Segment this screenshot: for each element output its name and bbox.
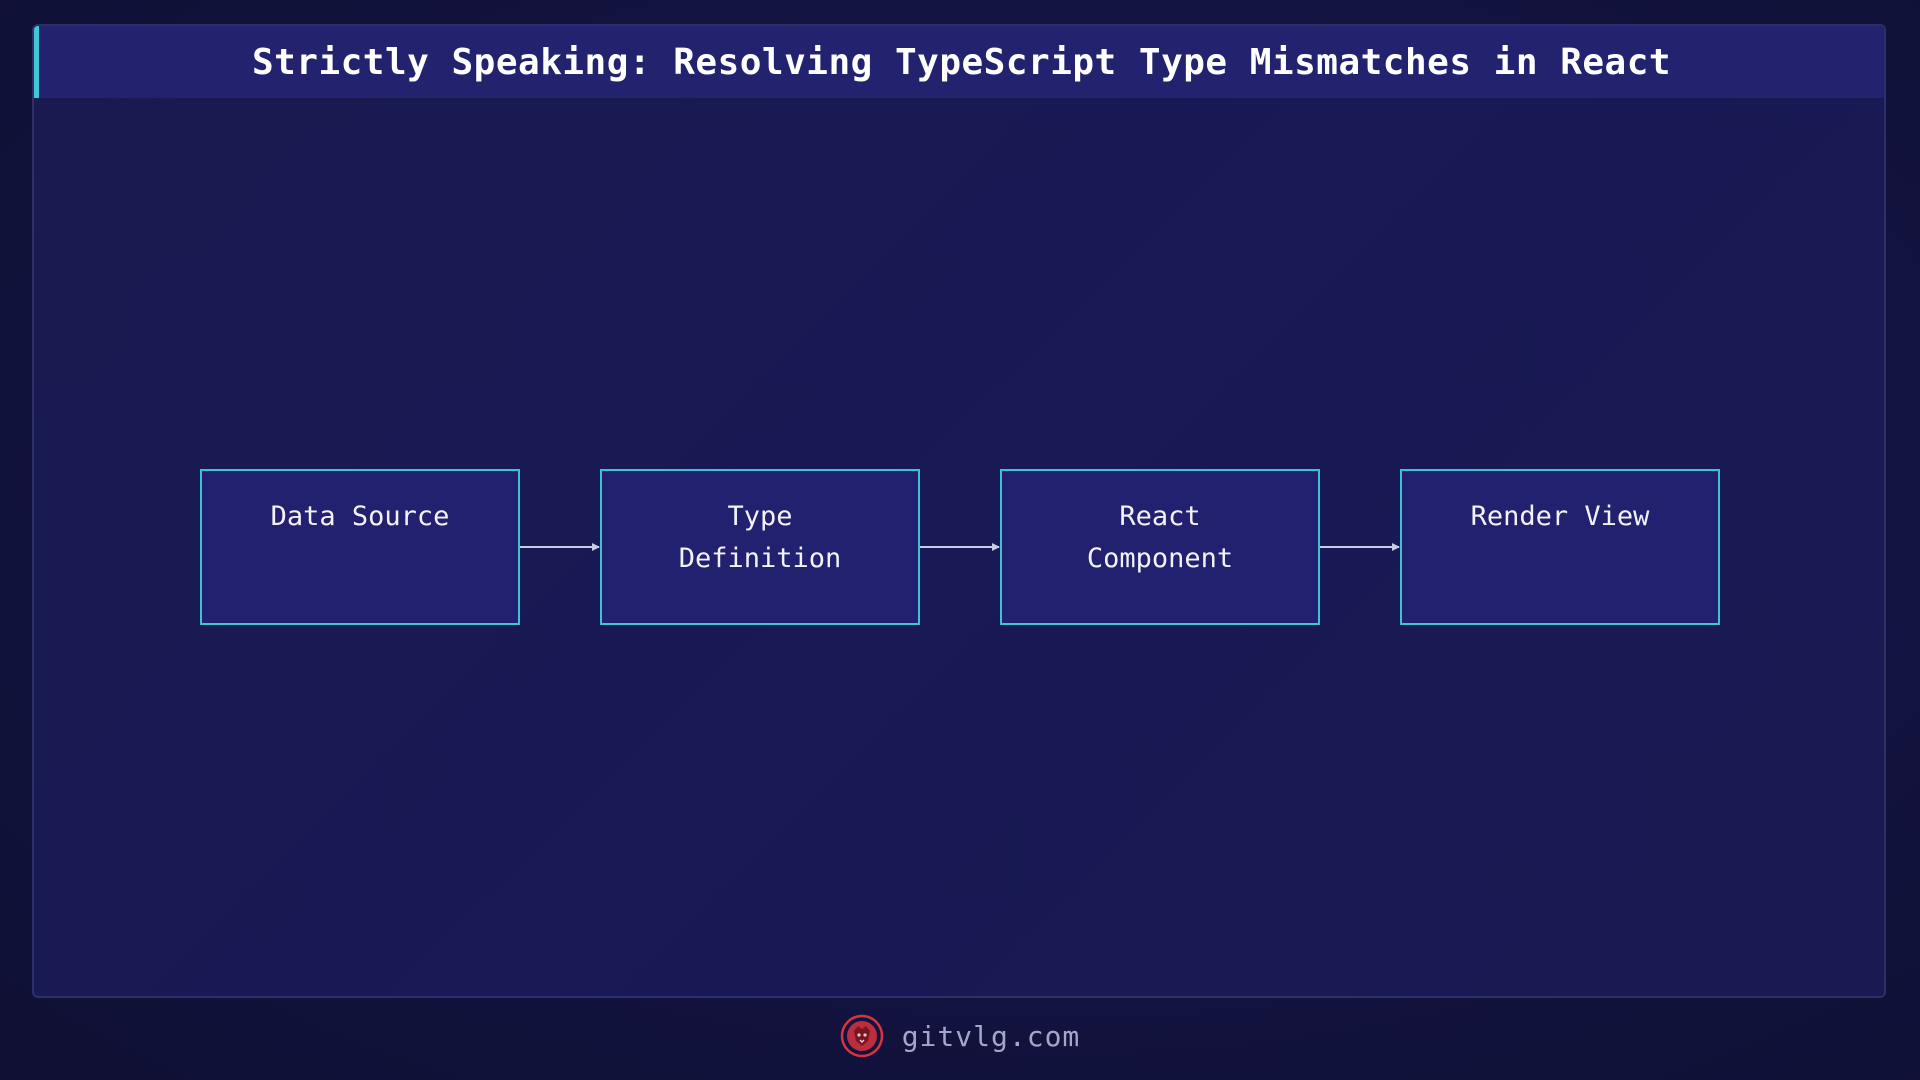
- footer: gitvlg.com: [0, 1012, 1920, 1060]
- node-label: Component: [1086, 543, 1234, 574]
- lion-logo-icon: [840, 1014, 883, 1058]
- node-label: Definition: [678, 543, 842, 574]
- node-label: Data Source: [270, 501, 450, 532]
- node-render-view: Render View: [1400, 469, 1720, 625]
- node-label: Render View: [1470, 501, 1650, 532]
- node-label: React: [1119, 501, 1201, 532]
- flow-diagram: Data Source Type Definition React Compon…: [34, 26, 1884, 996]
- node-type-definition: Type Definition: [600, 469, 920, 625]
- node-react-component: React Component: [1000, 469, 1320, 625]
- diagram-panel: Strictly Speaking: Resolving TypeScript …: [32, 24, 1886, 998]
- footer-site-link[interactable]: gitvlg.com: [902, 1020, 1081, 1053]
- slide: Strictly Speaking: Resolving TypeScript …: [0, 0, 1920, 1080]
- node-label: Type: [727, 501, 793, 532]
- node-data-source: Data Source: [200, 469, 520, 625]
